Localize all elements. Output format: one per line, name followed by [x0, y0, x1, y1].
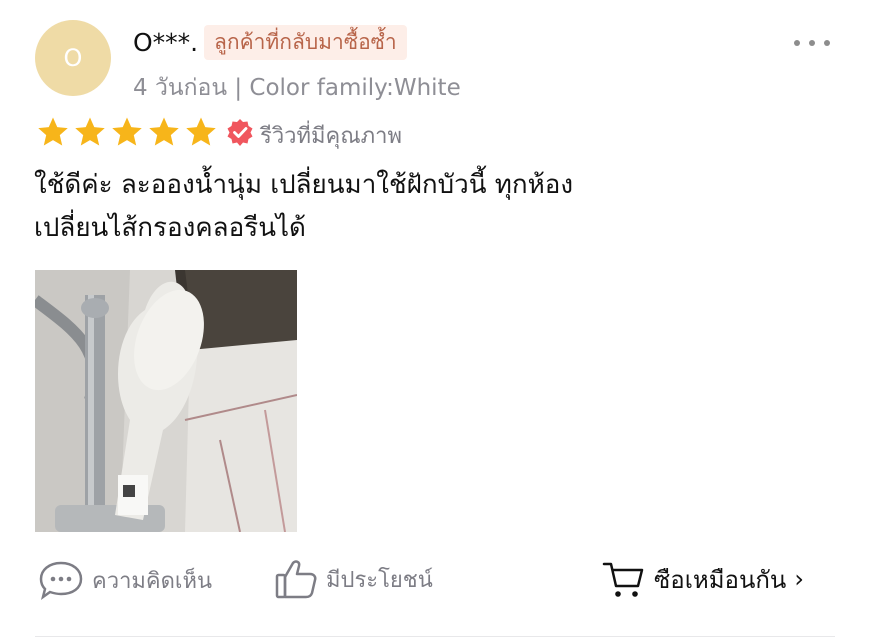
- chevron-right-icon: ›: [794, 565, 804, 593]
- buy-same-label: ซือเหมือนกัน: [654, 565, 787, 594]
- review-meta: 4 วันก่อน | Color family:White: [133, 75, 461, 101]
- quality-review-label: รีวิวที่มีคุณภาพ: [260, 124, 403, 149]
- helpful-button[interactable]: มีประโยชน์: [274, 558, 433, 600]
- avatar-letter: O: [63, 44, 83, 72]
- review-actions: ความคิดเห็น มีประโยชน์ ซือเหมือนกัน ›: [0, 550, 870, 610]
- dot: [824, 40, 830, 46]
- review-text: ใช้ดีค่ะ ละอองน้ำนุ่ม เปลี่ยนมาใช้ฝักบัว…: [34, 164, 814, 250]
- star-icon: [186, 117, 216, 146]
- review-text-line: ใช้ดีค่ะ ละอองน้ำนุ่ม เปลี่ยนมาใช้ฝักบัว…: [34, 170, 574, 200]
- thumbs-up-icon: [275, 560, 317, 599]
- comment-label: ความคิดเห็น: [92, 568, 212, 594]
- shopping-cart-icon: [602, 562, 644, 597]
- verified-badge-icon: [227, 119, 253, 146]
- avatar: O: [35, 20, 111, 96]
- star-icon: [149, 117, 179, 146]
- repeat-customer-badge: ลูกค้าที่กลับมาซื้อซ้ำ: [204, 25, 407, 60]
- helpful-label: มีประโยชน์: [326, 567, 433, 593]
- reviewer-name: O***.: [133, 28, 199, 57]
- star-icon: [38, 117, 68, 146]
- comment-button[interactable]: ความคิดเห็น: [38, 560, 212, 600]
- divider: [35, 636, 835, 637]
- more-dots-icon[interactable]: [794, 36, 830, 50]
- review-text-line: เปลี่ยนไส้กรองคลอรีนได้: [34, 213, 306, 243]
- star-icon: [75, 117, 105, 146]
- dot: [809, 40, 815, 46]
- dot: [794, 40, 800, 46]
- star-rating: [36, 115, 218, 149]
- review-photo[interactable]: [35, 270, 297, 532]
- shower-head-photo: [35, 270, 297, 532]
- star-icon: [112, 117, 142, 146]
- comment-bubble-icon: [39, 561, 83, 600]
- buy-same-button[interactable]: ซือเหมือนกัน ›: [602, 558, 804, 600]
